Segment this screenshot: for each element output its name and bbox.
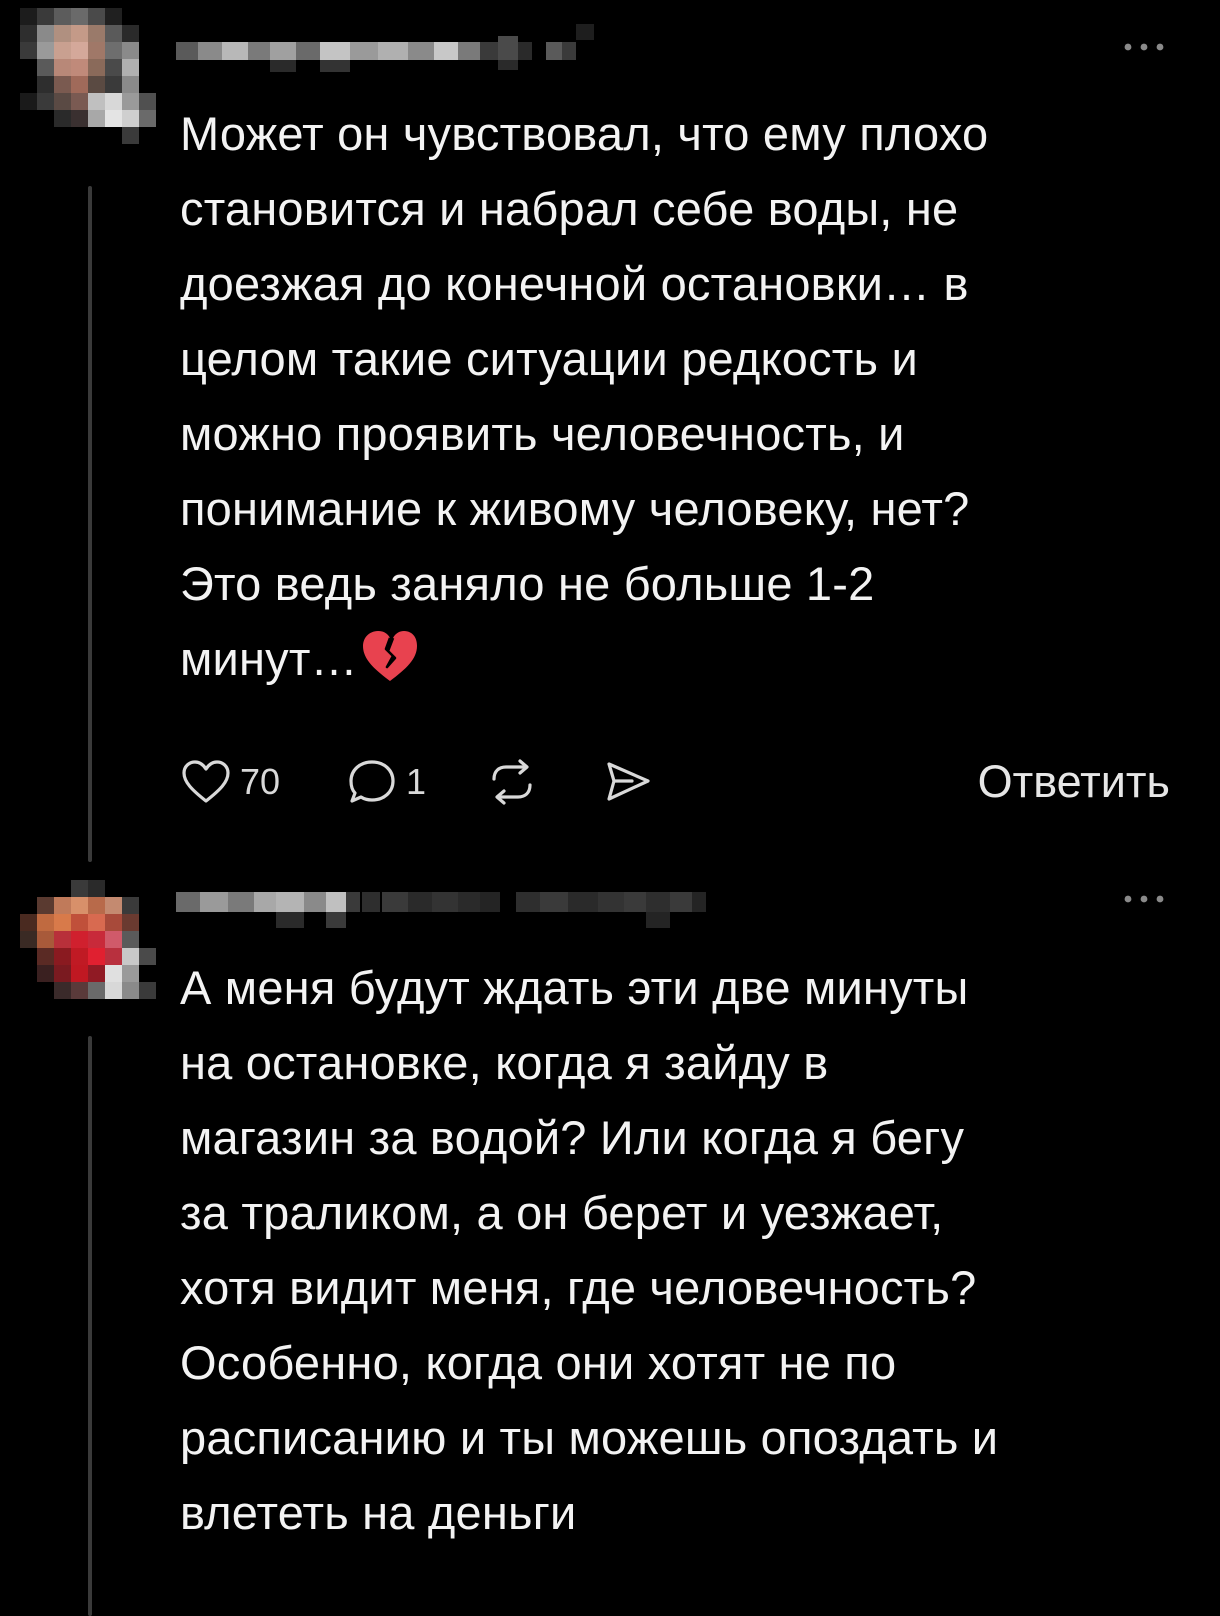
thread-line <box>88 186 92 862</box>
avatar[interactable] <box>20 8 156 144</box>
more-options-button[interactable] <box>1114 884 1174 914</box>
more-icon <box>1124 895 1164 903</box>
comment-text-content: Может он чувствовал, что ему плохо стано… <box>180 107 989 685</box>
comment-button[interactable]: 1 <box>346 758 426 806</box>
comment-actions: 70 1 Ответить <box>180 752 1170 812</box>
share-icon <box>607 762 650 801</box>
like-count: 70 <box>240 761 281 802</box>
comment-text-content: А меня будут ждать эти две минуты на ост… <box>180 961 999 1539</box>
comment-count: 1 <box>406 761 427 802</box>
repost-button[interactable] <box>486 759 538 805</box>
comment-2: А меня будут ждать эти две минуты на ост… <box>0 870 1220 1616</box>
like-button[interactable]: 70 <box>180 759 280 805</box>
comment-1: Может он чувствовал, что ему плохо стано… <box>0 0 1220 870</box>
more-options-button[interactable] <box>1114 32 1174 62</box>
username-blurred[interactable] <box>176 884 736 944</box>
heart-icon <box>182 760 230 803</box>
reply-button[interactable]: Ответить <box>978 756 1170 808</box>
broken-heart-icon <box>360 629 420 706</box>
comment-text: Может он чувствовал, что ему плохо стано… <box>180 96 1180 706</box>
share-button[interactable] <box>602 759 654 805</box>
repost-icon <box>492 759 532 805</box>
comment-icon <box>349 760 395 803</box>
username-blurred[interactable] <box>176 22 616 82</box>
avatar[interactable] <box>20 880 156 1016</box>
comment-text: А меня будут ждать эти две минуты на ост… <box>180 950 1180 1550</box>
thread-line <box>88 1036 92 1616</box>
more-icon <box>1124 43 1164 51</box>
